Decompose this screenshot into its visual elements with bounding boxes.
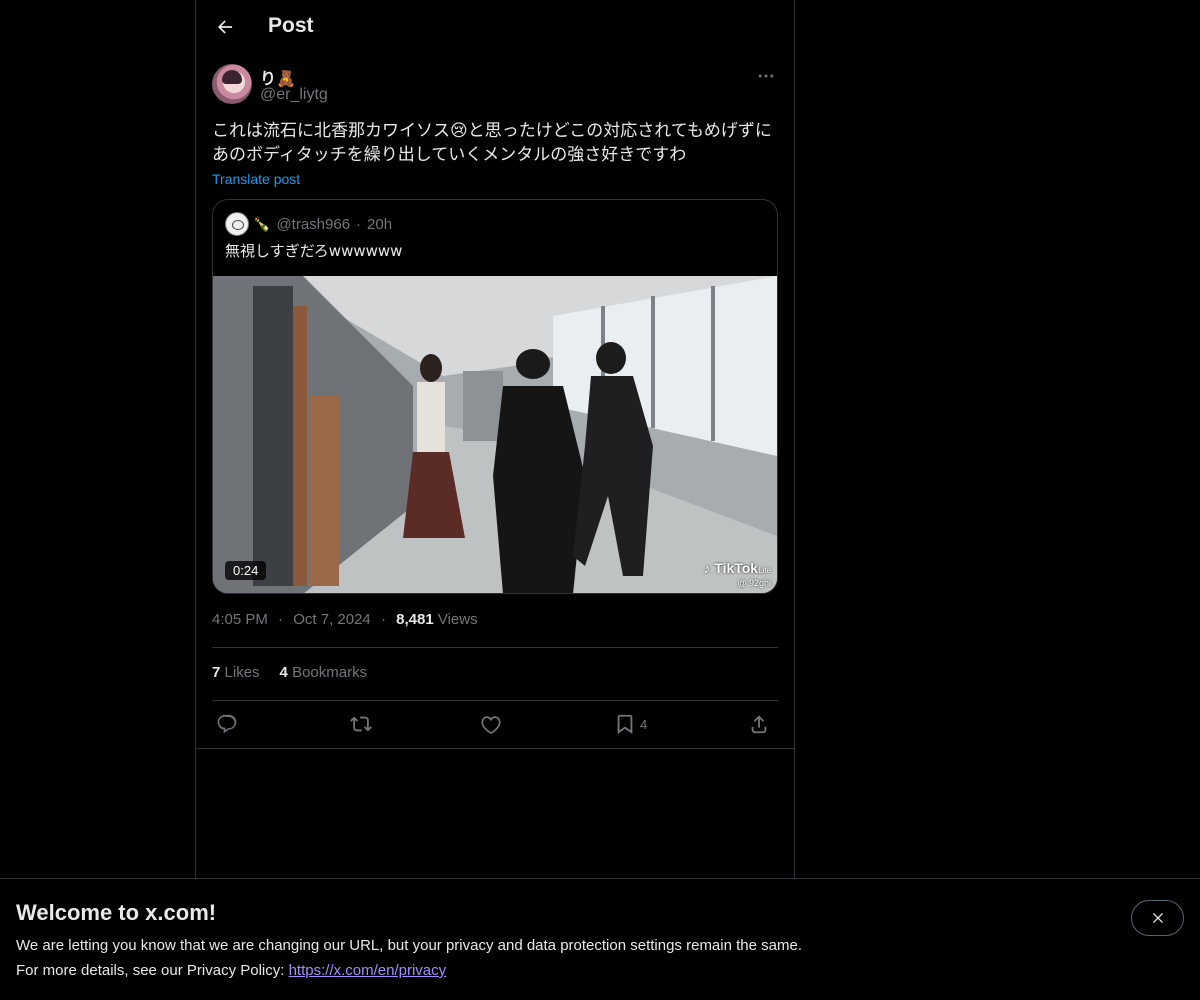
post-stats: 7 Likes 4 Bookmarks	[212, 664, 367, 681]
share-button[interactable]	[748, 710, 770, 738]
reply-button[interactable]	[216, 710, 238, 738]
separator-dot: ·	[356, 215, 362, 233]
back-button[interactable]	[208, 10, 242, 44]
likes-count: 7	[212, 664, 221, 681]
quoted-author-handle[interactable]: @trash966	[276, 216, 350, 233]
divider	[212, 700, 778, 701]
watermark-text: TikTok	[714, 560, 759, 576]
video-frame	[213, 276, 777, 593]
author-handle[interactable]: @er_liytg	[260, 86, 328, 104]
likes-stat[interactable]: 7 Likes	[212, 664, 260, 681]
translate-post-link[interactable]: Translate post	[212, 171, 300, 187]
bookmark-count: 4	[640, 716, 648, 732]
bookmark-icon	[617, 714, 633, 734]
post-text: これは流石に北香那カワイソス😢と思ったけどこの対応されてもめげずにあのボディタッ…	[212, 121, 772, 165]
arrow-left-icon	[218, 20, 233, 34]
heart-icon	[481, 716, 501, 734]
banner-privacy-prefix: For more details, see our Privacy Policy…	[16, 962, 289, 979]
bookmarks-label: Bookmarks	[292, 664, 368, 681]
quoted-post-time[interactable]: 20h	[367, 216, 392, 233]
welcome-banner: Welcome to x.com! We are letting you kno…	[0, 878, 1200, 1000]
video-player[interactable]: 0:24 ♪ TikTokLite @ 92ghi	[213, 276, 777, 593]
quoted-post-header: 🍾 @trash966 · 20h	[225, 212, 392, 236]
watermark-sub: Lite	[758, 566, 771, 575]
close-banner-button[interactable]	[1131, 900, 1184, 936]
bookmarks-count: 4	[279, 664, 288, 681]
quoted-post[interactable]: 🍾 @trash966 · 20h 無視しすぎだろwwwwww 0:24 ♪ T…	[212, 199, 778, 594]
post-time[interactable]: 4:05 PM	[212, 611, 268, 628]
separator-dot: ·	[380, 611, 386, 628]
post-metadata: 4:05 PM · Oct 7, 2024 · 8,481 Views	[212, 611, 478, 628]
like-button[interactable]	[480, 710, 502, 738]
likes-label: Likes	[224, 664, 260, 681]
more-button[interactable]	[754, 64, 778, 88]
post-date[interactable]: Oct 7, 2024	[293, 611, 371, 628]
video-duration: 0:24	[225, 561, 267, 580]
primary-column: Post り🧸 @er_liytg これは流石に北香那カワイソス😢と思ったけどこ…	[195, 0, 795, 878]
page-header: Post	[196, 0, 794, 54]
views-count: 8,481	[396, 611, 434, 628]
banner-privacy-note: For more details, see our Privacy Policy…	[16, 962, 446, 979]
repost-button[interactable]	[350, 710, 372, 738]
watermark-handle: @ 92ghi	[737, 578, 771, 588]
quoted-author-name[interactable]: 🍾	[253, 216, 270, 233]
quoted-post-text: 無視しすぎだろwwwwww	[225, 242, 403, 260]
share-icon	[751, 715, 767, 734]
action-bar: 4	[212, 710, 778, 738]
post-author: り🧸 @er_liytg	[212, 64, 778, 108]
page-title: Post	[268, 14, 314, 37]
banner-message: We are letting you know that we are chan…	[16, 937, 802, 954]
close-icon	[1152, 913, 1163, 923]
bookmark-button[interactable]: 4	[614, 710, 647, 738]
column-bottom-border	[195, 748, 795, 749]
author-avatar[interactable]	[212, 64, 252, 104]
separator-dot: ·	[278, 611, 284, 628]
quoted-author-avatar[interactable]	[225, 212, 249, 236]
views-label: Views	[437, 611, 478, 628]
more-icon	[758, 74, 774, 78]
privacy-policy-link[interactable]: https://x.com/en/privacy	[289, 962, 447, 979]
repost-icon	[350, 716, 372, 732]
divider	[212, 647, 778, 648]
reply-icon	[217, 714, 237, 734]
bookmarks-stat[interactable]: 4 Bookmarks	[280, 664, 368, 681]
tiktok-watermark: ♪ TikTokLite	[703, 560, 771, 576]
banner-title: Welcome to x.com!	[16, 900, 217, 925]
